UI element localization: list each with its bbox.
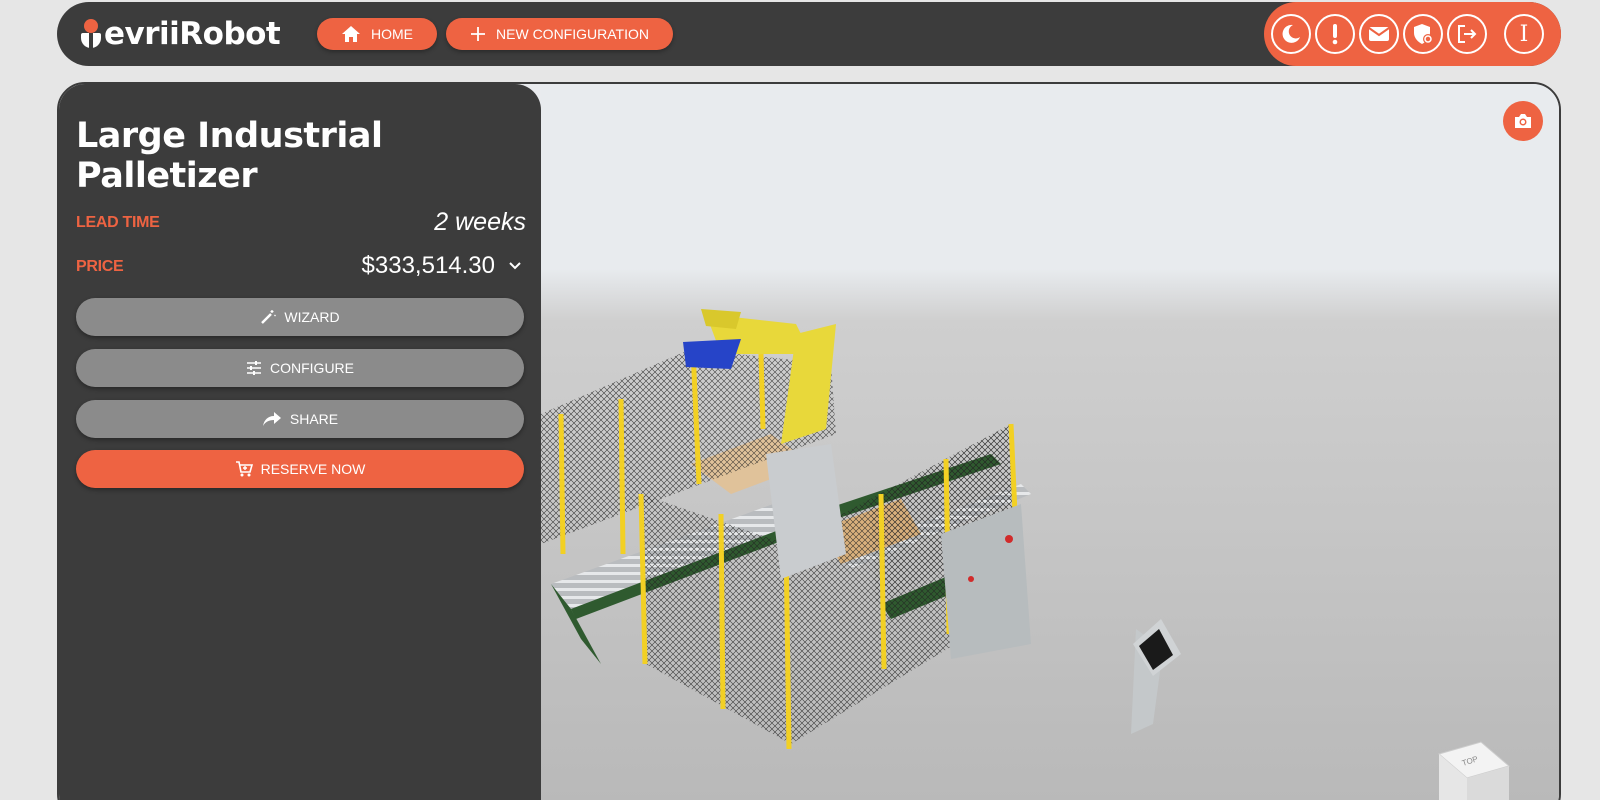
cart-icon [235, 461, 253, 477]
configure-button-label: CONFIGURE [270, 360, 354, 376]
home-button-label: HOME [371, 26, 413, 42]
home-button[interactable]: HOME [317, 18, 437, 50]
configurator-main: TOP Large Industrial Palletizer LEAD TIM… [57, 82, 1561, 800]
alert-icon [1332, 24, 1338, 45]
new-configuration-button[interactable]: NEW CONFIGURATION [446, 18, 673, 50]
3d-viewport[interactable]: TOP [541, 84, 1559, 800]
new-configuration-label: NEW CONFIGURATION [496, 26, 649, 42]
logout-button[interactable] [1447, 14, 1487, 54]
wizard-button[interactable]: WIZARD [76, 298, 524, 336]
wand-icon [261, 310, 277, 324]
screenshot-button[interactable] [1503, 101, 1543, 141]
alerts-button[interactable] [1315, 14, 1355, 54]
plus-icon [471, 27, 486, 41]
reserve-now-label: RESERVE NOW [260, 461, 366, 477]
messages-button[interactable] [1359, 14, 1399, 54]
logo-text: evriiRobot [104, 16, 281, 52]
user-avatar[interactable]: I [1504, 14, 1544, 54]
configure-button[interactable]: CONFIGURE [76, 349, 524, 387]
moon-icon [1282, 24, 1300, 43]
user-actions-cluster: I [1264, 2, 1561, 66]
home-icon [342, 26, 360, 42]
evriirobot-logo[interactable]: evriiRobot [80, 16, 281, 52]
palletizer-3d-scene: TOP [541, 84, 1559, 800]
robot-logo-icon [80, 17, 102, 51]
dark-mode-toggle[interactable] [1271, 14, 1311, 54]
product-panel: Large Industrial Palletizer LEAD TIME 2 … [59, 84, 541, 800]
chevron-down-icon[interactable] [505, 256, 525, 276]
sliders-icon [247, 361, 261, 375]
price-label: PRICE [76, 258, 124, 275]
logout-icon [1458, 25, 1477, 43]
shield-icon [1414, 24, 1433, 44]
reserve-now-button[interactable]: RESERVE NOW [76, 450, 524, 488]
wizard-button-label: WIZARD [284, 309, 340, 325]
lead-time-value: 2 weeks [434, 208, 526, 236]
share-button[interactable]: SHARE [76, 400, 524, 438]
lead-time-label: LEAD TIME [76, 214, 160, 231]
price-value: $333,514.30 [361, 252, 495, 279]
share-button-label: SHARE [289, 411, 339, 427]
camera-icon [1515, 114, 1531, 128]
share-arrow-icon [262, 412, 281, 426]
product-title: Large Industrial Palletizer [76, 116, 383, 196]
admin-button[interactable] [1403, 14, 1443, 54]
mail-icon [1368, 27, 1390, 41]
